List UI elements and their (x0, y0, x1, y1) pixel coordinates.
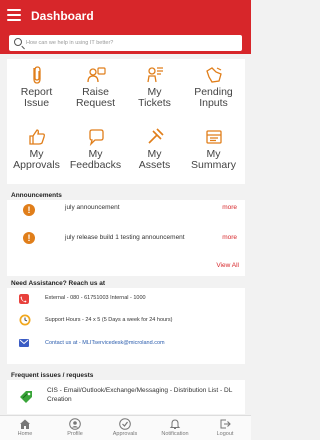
tile-my-summary[interactable]: My Summary (184, 121, 243, 182)
alert-icon: ! (23, 232, 35, 244)
tile-my-feedbacks[interactable]: My Feedbacks (66, 121, 125, 182)
assistance-phone-row[interactable]: External - 080 - 61751003 Internal - 100… (7, 292, 245, 312)
tickets-icon (146, 67, 163, 83)
tile-label: My Tickets (138, 86, 171, 109)
logout-icon (220, 419, 231, 429)
clock-icon (19, 314, 31, 326)
summary-icon (205, 130, 222, 144)
announcement-more-link[interactable]: more (222, 204, 237, 211)
assistance-hours-row: Support Hours - 24 x 5 (5 Days a week fo… (7, 314, 245, 334)
bell-icon (169, 419, 181, 429)
announcements-card: ! july announcement more ! july release … (7, 200, 245, 276)
tile-label: My Feedbacks (69, 148, 122, 171)
tile-label: My Assets (138, 148, 171, 171)
approvals-nav-icon (119, 418, 131, 430)
tile-label: Report Issue (20, 86, 53, 109)
announcement-text: july announcement (65, 204, 120, 211)
page-title: Dashboard (31, 9, 94, 23)
search-icon (14, 38, 22, 46)
nav-label: Approvals (112, 431, 138, 437)
feedback-icon (88, 129, 104, 147)
alert-icon: ! (23, 204, 35, 216)
phone-icon (19, 294, 29, 304)
frequent-item-text: CIS - Email/Outlook/Exchange/Messaging -… (47, 387, 233, 403)
hamburger-menu-icon[interactable] (7, 9, 21, 21)
announcements-title: Announcements (11, 192, 62, 199)
app-header: Dashboard (0, 0, 251, 54)
bottom-nav: Home Profile Approvals Notification Logo… (0, 415, 251, 440)
assistance-title: Need Assistance? Reach us at (11, 280, 106, 287)
search-input[interactable] (26, 35, 236, 51)
home-icon (20, 419, 30, 429)
report-issue-icon (32, 66, 41, 84)
tile-my-approvals[interactable]: My Approvals (7, 121, 66, 182)
view-all-link[interactable]: View All (216, 262, 239, 269)
tile-report-issue[interactable]: Report Issue (7, 59, 66, 120)
assistance-card: External - 080 - 61751003 Internal - 100… (7, 288, 245, 364)
announcement-item[interactable]: ! july announcement more (7, 200, 245, 224)
tile-label: My Approvals (13, 148, 60, 171)
tile-raise-request[interactable]: Raise Request (66, 59, 125, 120)
nav-profile[interactable]: Profile (50, 418, 100, 437)
nav-home[interactable]: Home (0, 418, 50, 437)
announcement-item[interactable]: ! july release build 1 testing announcem… (7, 226, 245, 250)
nav-notification[interactable]: Notification (150, 418, 200, 437)
tile-label: Raise Request (75, 86, 116, 109)
tile-my-tickets[interactable]: My Tickets (125, 59, 184, 120)
nav-logout[interactable]: Logout (200, 418, 250, 437)
quick-actions-grid: Report Issue Raise Request My Tickets Pe… (7, 59, 245, 184)
mail-icon (19, 339, 29, 347)
announcement-more-link[interactable]: more (222, 234, 237, 241)
assistance-email-row[interactable]: Contact us at - MLITservicedesk@microlan… (7, 337, 245, 357)
frequent-title: Frequent issues / requests (11, 372, 94, 379)
nav-label: Notification (161, 431, 189, 437)
frequent-item[interactable]: CIS - Email/Outlook/Exchange/Messaging -… (7, 380, 245, 414)
tile-label: My Summary (191, 148, 236, 171)
pending-inputs-icon (205, 67, 222, 83)
tag-icon (20, 391, 32, 403)
approvals-icon (28, 129, 45, 145)
nav-label: Logout (216, 431, 234, 437)
tile-my-assets[interactable]: My Assets (125, 121, 184, 182)
nav-label: Profile (67, 431, 83, 437)
tile-pending-inputs[interactable]: Pending Inputs (184, 59, 243, 120)
announcement-text: july release build 1 testing announcemen… (65, 234, 185, 241)
assistance-phone-text: External - 080 - 61751003 Internal - 100… (45, 295, 146, 301)
tile-label: Pending Inputs (194, 86, 233, 109)
nav-label: Home (17, 431, 33, 437)
assistance-email-link[interactable]: Contact us at - MLITservicedesk@microlan… (45, 340, 165, 346)
assistance-hours-text: Support Hours - 24 x 5 (5 Days a week fo… (45, 317, 173, 323)
profile-icon (69, 418, 81, 430)
raise-request-icon (86, 67, 106, 83)
nav-approvals[interactable]: Approvals (100, 418, 150, 437)
search-bar[interactable] (9, 35, 242, 51)
assets-icon (147, 128, 164, 144)
